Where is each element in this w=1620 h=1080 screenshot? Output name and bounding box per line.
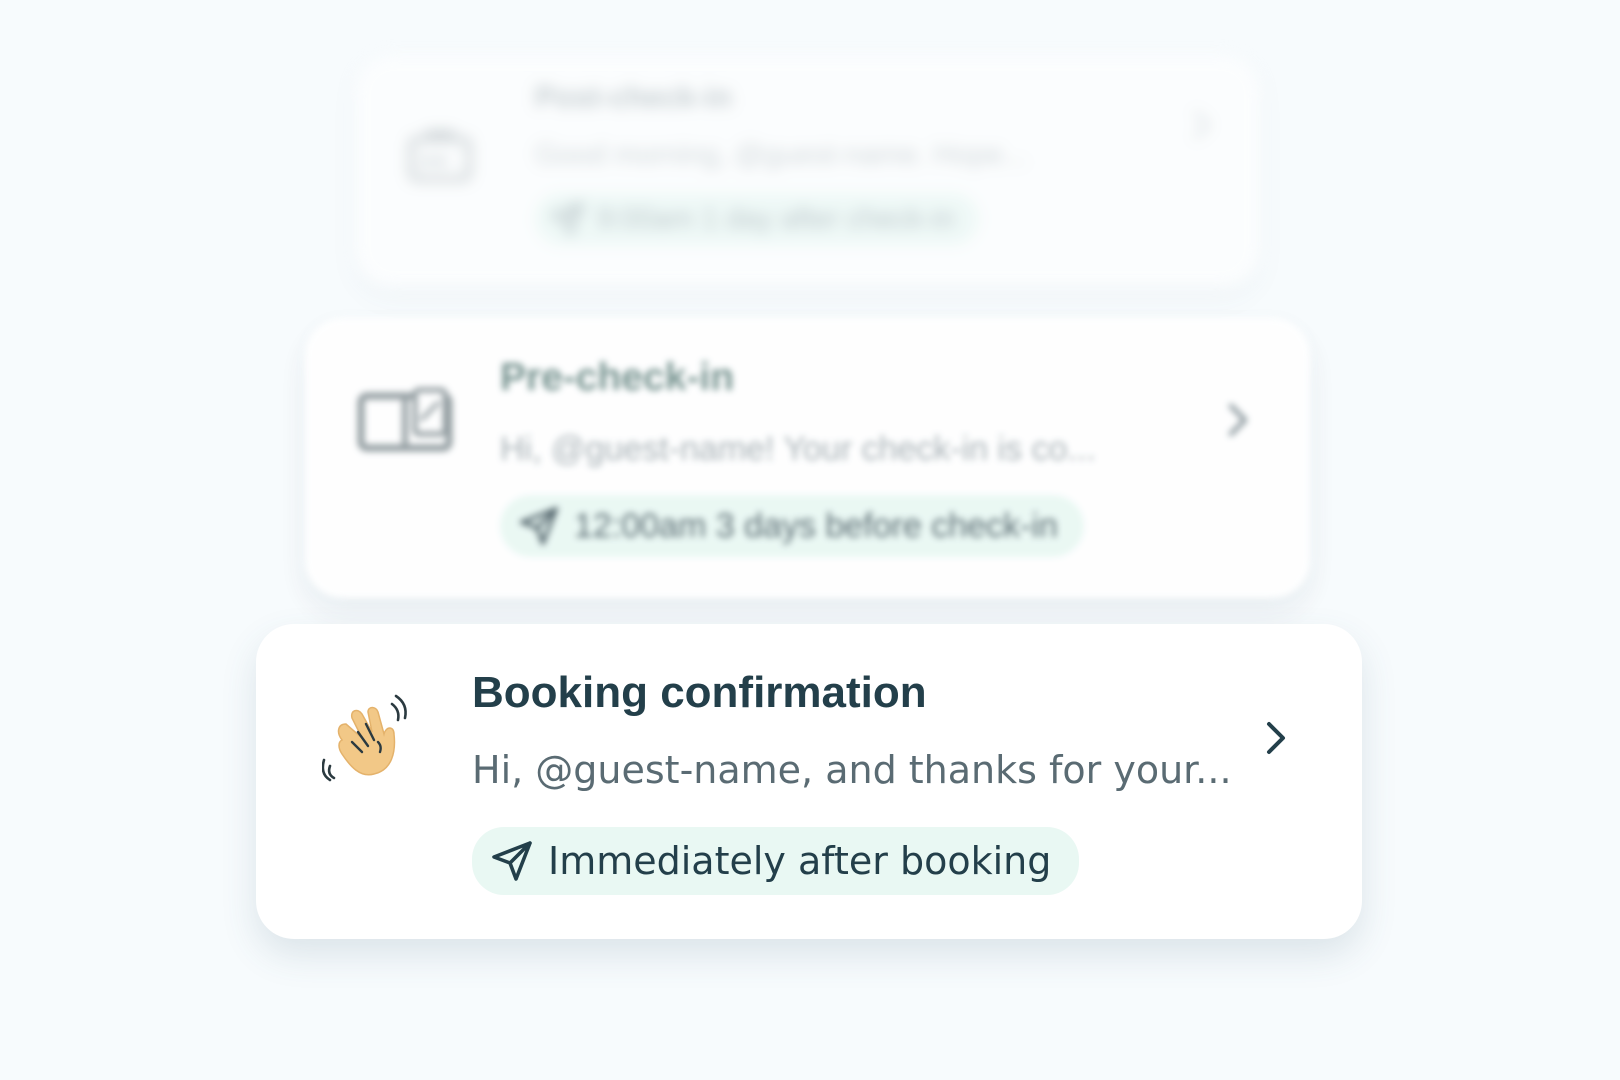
automation-card-post-check-in[interactable]: Post-check-in Good morning, @guest-name.… xyxy=(355,55,1260,287)
send-icon xyxy=(492,841,532,881)
open-book-icon xyxy=(357,387,453,452)
night-bag-icon xyxy=(409,131,471,181)
card-title: Booking confirmation xyxy=(472,668,927,717)
card-message-preview: Hi, @guest-name, and thanks for your... xyxy=(472,748,1232,792)
schedule-label: 9:00am 1 day after check-in xyxy=(597,202,955,235)
automation-card-booking-confirmation[interactable]: Booking confirmation Hi, @guest-name, an… xyxy=(256,624,1362,939)
automation-card-pre-check-in[interactable]: Pre-check-in Hi, @guest-name! Your check… xyxy=(305,318,1310,598)
chevron-right-icon[interactable] xyxy=(1190,107,1214,143)
send-icon xyxy=(550,202,584,236)
schedule-pill: Immediately after booking xyxy=(472,827,1080,895)
schedule-pill: 12:00am 3 days before check-in xyxy=(500,495,1084,557)
chevron-right-icon[interactable] xyxy=(1225,398,1251,442)
schedule-label: 12:00am 3 days before check-in xyxy=(574,506,1058,545)
card-message-preview: Hi, @guest-name! Your check-in is co... xyxy=(500,430,1096,468)
chevron-right-icon[interactable] xyxy=(1262,716,1290,760)
schedule-pill: 9:00am 1 day after check-in xyxy=(535,193,979,245)
card-title: Post-check-in xyxy=(535,81,732,114)
card-title: Pre-check-in xyxy=(500,356,735,399)
schedule-label: Immediately after booking xyxy=(548,839,1052,883)
waving-hand-icon xyxy=(322,694,407,782)
card-message-preview: Good morning, @guest-name. Hope... xyxy=(535,139,1028,171)
send-icon xyxy=(519,506,559,546)
